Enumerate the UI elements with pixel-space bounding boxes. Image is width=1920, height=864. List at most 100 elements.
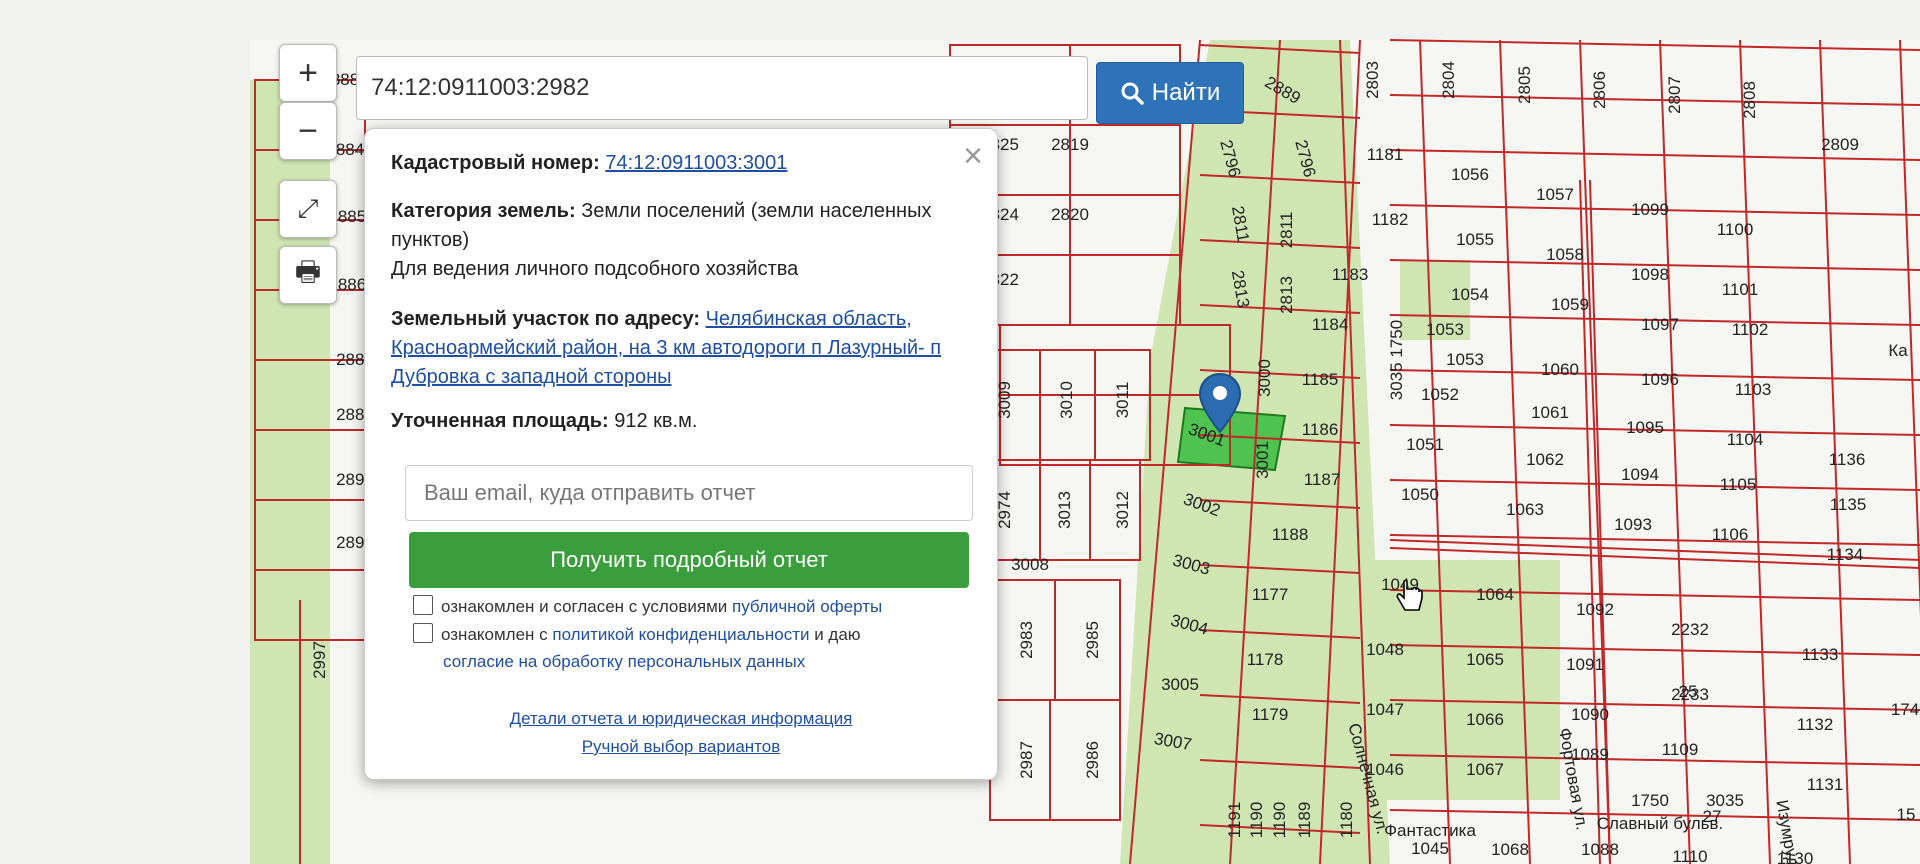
location-pin-icon[interactable] — [1198, 372, 1242, 434]
printer-icon: 🖶 — [294, 256, 322, 287]
search-icon — [1121, 82, 1144, 105]
parcel-label: 1106 — [1712, 525, 1749, 544]
parcel-label: 1059 — [1551, 295, 1589, 314]
parcel-label: 2820 — [1051, 205, 1089, 224]
parcel-label: 3013 — [1055, 491, 1074, 529]
parcel-label: 1103 — [1735, 380, 1772, 399]
parcel-label: 1178 — [1247, 650, 1284, 669]
parcel-label: 2997 — [310, 641, 329, 679]
parcel-label: 1065 — [1466, 650, 1504, 669]
parcel-label: 1061 — [1531, 403, 1569, 422]
zoom-out-button[interactable]: − — [279, 102, 337, 160]
parcel-label: 2805 — [1515, 66, 1534, 104]
parcel-label: 15 — [1897, 805, 1916, 824]
parcel-label: 2804 — [1439, 61, 1458, 99]
cadastral-number-row: Кадастровый номер: 74:12:0911003:3001 — [391, 149, 967, 178]
parcel-label: 2986 — [1083, 741, 1102, 779]
parcel-label: 1090 — [1571, 705, 1609, 724]
area-row: Уточненная площадь: 912 кв.м. — [391, 407, 967, 436]
offer-consent-checkbox[interactable] — [413, 595, 433, 615]
parcel-label: 1101 — [1722, 280, 1759, 299]
email-input[interactable] — [405, 465, 973, 521]
fullscreen-button[interactable]: ⤢ — [279, 180, 337, 238]
plus-icon: + — [298, 53, 318, 92]
parcel-label: 1045 — [1411, 839, 1449, 858]
parcel-label: 2803 — [1363, 61, 1382, 99]
parcel-info-popup: × Кадастровый номер: 74:12:0911003:3001 … — [364, 128, 998, 780]
print-button[interactable]: 🖶 — [279, 246, 337, 304]
parcel-label: 884 — [336, 140, 364, 159]
parcel-label: 2806 — [1590, 71, 1609, 109]
find-button[interactable]: Найти — [1096, 62, 1244, 124]
parcel-label: Славный бульв. — [1597, 814, 1724, 833]
parcel-label: 1058 — [1546, 245, 1584, 264]
cadastral-search-input[interactable] — [356, 56, 1088, 120]
parcel-label: 1131 — [1807, 775, 1844, 794]
privacy-consent-tail: и даю — [809, 625, 861, 644]
parcel-label: 1191 — [1225, 802, 1244, 839]
parcel-label: 2985 — [1083, 621, 1102, 659]
parcel-label: 1053 — [1446, 350, 1484, 369]
parcel-label: 886 — [338, 275, 366, 294]
expand-icon: ⤢ — [297, 193, 319, 223]
parcel-label: 1190 — [1270, 802, 1289, 839]
parcel-label: 1066 — [1466, 710, 1504, 729]
parcel-label: 1057 — [1536, 185, 1574, 204]
address-row: Земельный участок по адресу: Челябинская… — [391, 305, 967, 392]
parcel-label: 3008 — [1011, 555, 1049, 574]
parcel-label: Ка — [1888, 341, 1908, 360]
parcel-label: Фантастика — [1384, 821, 1476, 840]
parcel-label: 3012 — [1113, 491, 1132, 529]
parcel-label: 3000 — [1255, 359, 1274, 397]
parcel-label: 2819 — [1051, 135, 1089, 154]
parcel-label: 3035 1750 — [1387, 320, 1406, 400]
parcel-label: 2232 — [1671, 620, 1709, 639]
parcel-label: 1098 — [1631, 265, 1669, 284]
parcel-label: 1088 — [1581, 840, 1619, 859]
privacy-policy-link[interactable]: политикой конфиденциальности — [552, 625, 809, 644]
parcel-label: 1054 — [1451, 285, 1489, 304]
parcel-label: 1048 — [1366, 640, 1404, 659]
parcel-label: 1185 — [1302, 370, 1339, 389]
parcel-label: 25 — [1679, 682, 1698, 701]
cadastral-number-label: Кадастровый номер: — [391, 152, 600, 174]
offer-consent-text: ознакомлен и согласен с условиями — [441, 597, 733, 616]
parcel-label: 1099 — [1631, 200, 1669, 219]
public-offer-link[interactable]: публичной оферты — [732, 597, 882, 616]
zoom-in-button[interactable]: + — [279, 44, 337, 102]
parcel-label: 1102 — [1732, 320, 1769, 339]
parcel-label: 1093 — [1614, 515, 1652, 534]
get-report-label: Получить подробный отчет — [550, 547, 828, 572]
get-report-button[interactable]: Получить подробный отчет — [409, 532, 969, 588]
parcel-label: 1097 — [1641, 315, 1679, 334]
parcel-label: 1186 — [1302, 420, 1339, 439]
parcel-label: 1750 — [1631, 791, 1669, 810]
parcel-label: 1180 — [1337, 802, 1356, 839]
parcel-label: 1110 — [1672, 847, 1707, 864]
privacy-consent-checkbox[interactable] — [413, 623, 433, 643]
parcel-label: 1056 — [1451, 165, 1489, 184]
privacy-consent: ознакомлен с политикой конфиденциальност… — [413, 621, 861, 675]
privacy-consent-text: ознакомлен с — [441, 625, 553, 644]
personal-data-consent-link[interactable]: согласие на обработку персональных данны… — [443, 652, 805, 671]
parcel-label: 1136 — [1829, 450, 1866, 469]
parcel-label: 2813 — [1277, 276, 1296, 314]
parcel-label: 1179 — [1252, 705, 1289, 724]
minus-icon: − — [298, 111, 318, 150]
cadastral-number-link[interactable]: 74:12:0911003:3001 — [605, 152, 787, 174]
land-category-row: Категория земель: Земли поселений (земли… — [391, 197, 967, 284]
parcel-label: 2811 — [1277, 212, 1296, 249]
parcel-label: 2987 — [1017, 741, 1036, 779]
area-value: 912 кв.м. — [614, 410, 698, 432]
area-label: Уточненная площадь: — [391, 410, 609, 432]
parcel-label: 1109 — [1662, 740, 1699, 759]
parcel-label: 1053 — [1426, 320, 1464, 339]
report-details-link[interactable]: Детали отчета и юридическая информация — [365, 709, 997, 729]
parcel-label: 1190 — [1247, 802, 1266, 839]
parcel-label: 1105 — [1720, 475, 1757, 494]
parcel-label: 2809 — [1821, 135, 1859, 154]
parcel-label: 1181 — [1367, 145, 1404, 164]
manual-selection-link[interactable]: Ручной выбор вариантов — [365, 737, 997, 757]
parcel-label: 1092 — [1576, 600, 1614, 619]
parcel-label: 1189 — [1295, 802, 1314, 839]
